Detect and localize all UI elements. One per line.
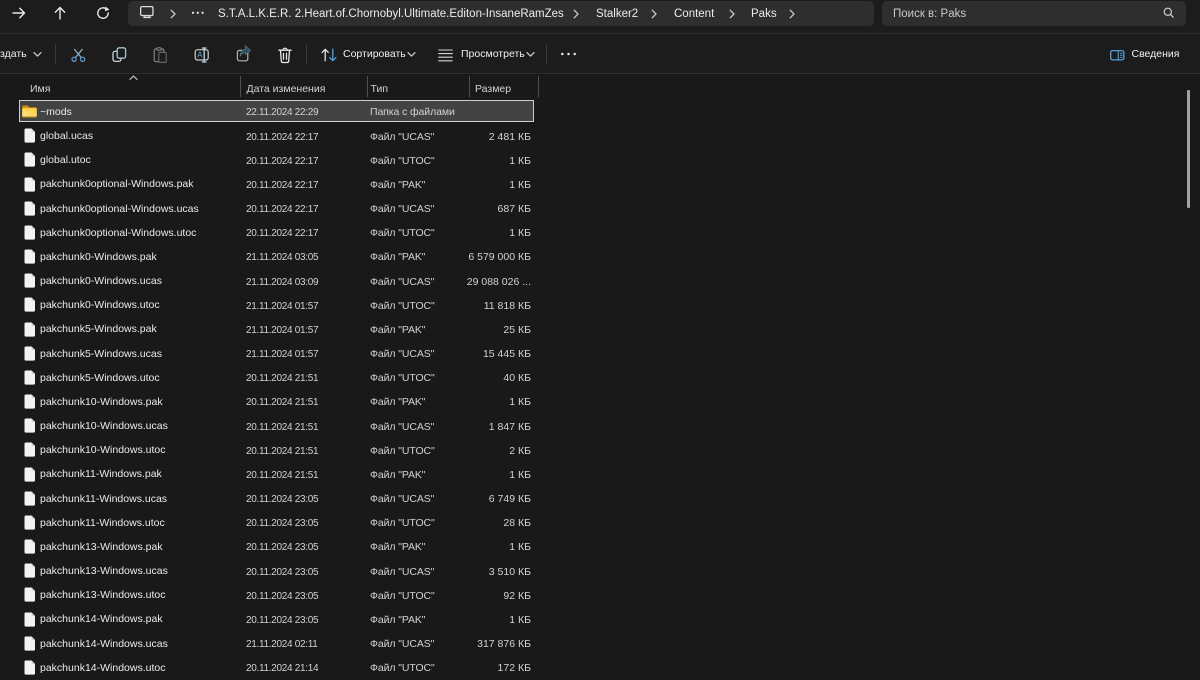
svg-text:A: A: [197, 51, 203, 60]
